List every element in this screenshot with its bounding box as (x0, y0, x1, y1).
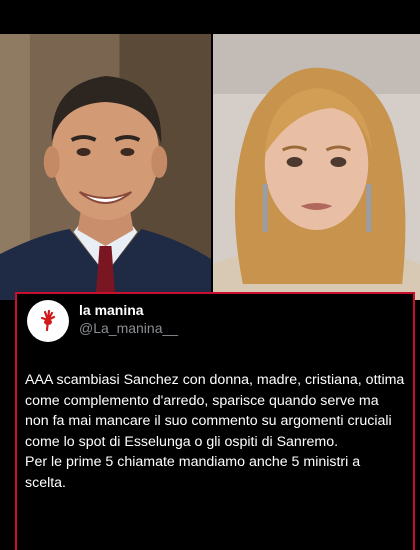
tweet-text: AAA scambiasi Sanchez con donna, madre, … (25, 372, 405, 491)
photo-collage (0, 34, 420, 300)
photo-man-smiling (0, 34, 211, 300)
avatar[interactable] (27, 300, 69, 342)
tweet-card[interactable]: la manina @La_manina__ AAA scambiasi San… (15, 292, 415, 550)
user-handle[interactable]: @La_manina__ (79, 320, 178, 336)
photo-woman-frowning (212, 34, 420, 300)
red-hand-icon (40, 309, 56, 332)
display-name[interactable]: la manina (79, 302, 144, 318)
